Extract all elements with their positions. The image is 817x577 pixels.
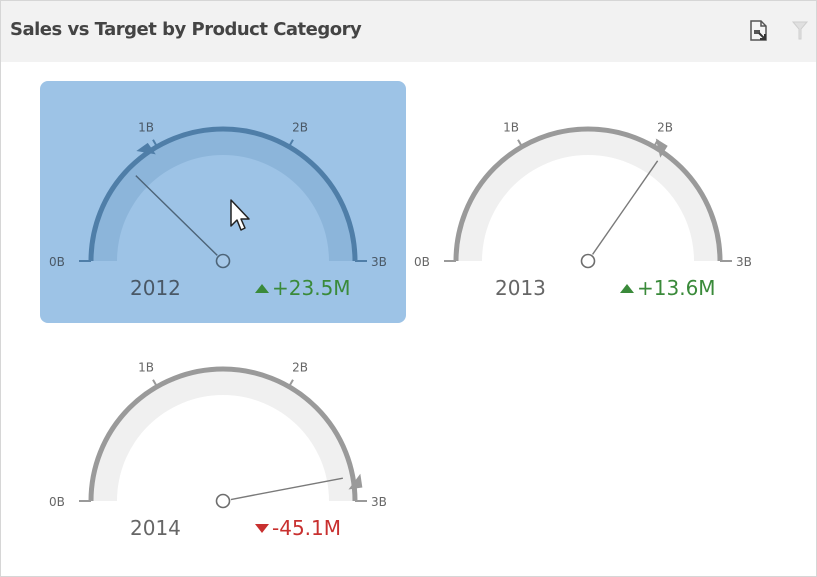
gauge-delta-value: +23.5M: [272, 276, 351, 300]
gauge-year-label: 2014: [130, 516, 181, 540]
gauge-range-band: [91, 369, 355, 501]
gauge-needle: [135, 175, 218, 256]
gauge-scale-label: 0B: [49, 255, 65, 269]
gauge-scale-label: 1B: [503, 121, 519, 135]
gauge-card-2012[interactable]: 0B 1B 2B 3B 2012 +23.5M: [40, 81, 406, 323]
gauge-delta-value: -45.1M: [272, 516, 341, 540]
mouse-cursor-icon: [230, 199, 250, 231]
gauge-needle-hub: [215, 253, 231, 269]
gauge-scale-label: 1B: [138, 361, 154, 375]
clear-master-filter-icon[interactable]: [788, 19, 812, 43]
gauge-card-2013[interactable]: 0B 1B 2B 3B 2013 +13.6M: [405, 81, 771, 323]
gauge-needle-hub: [215, 493, 231, 509]
gauge-delta-value: +13.6M: [637, 276, 716, 300]
gauge-year-label: 2013: [495, 276, 546, 300]
gauge-range-band: [456, 129, 720, 261]
gauge-2012: 0B 1B 2B 3B 2012 +23.5M: [49, 121, 387, 300]
gauge-scale-label: 2B: [292, 121, 308, 135]
item-title: Sales vs Target by Product Category: [10, 19, 362, 40]
gauge-scale-label: 3B: [371, 255, 387, 269]
gauge-2014: 0B 1B 2B 3B 2014 -45.1M: [49, 361, 387, 540]
gauge-scale-label: 0B: [49, 495, 65, 509]
dashboard-gauge-item: Sales vs Target by Product Category 0B 1B…: [0, 0, 817, 577]
gauge-scale-label: 2B: [292, 361, 308, 375]
gauge-needle-hub: [580, 253, 596, 269]
item-caption-bar: Sales vs Target by Product Category: [1, 1, 816, 62]
gauge-scale-label: 3B: [736, 255, 752, 269]
gauge-2013: 0B 1B 2B 3B 2013 +13.6M: [414, 121, 752, 300]
gauge-needle: [591, 160, 659, 255]
delta-up-indicator-icon: [620, 284, 634, 293]
gauge-scale-label: 0B: [414, 255, 430, 269]
gauge-year-label: 2012: [130, 276, 181, 300]
gauge-card-2014[interactable]: 0B 1B 2B 3B 2014 -45.1M: [40, 321, 406, 563]
gauge-scale-label: 1B: [138, 121, 154, 135]
delta-down-indicator-icon: [255, 524, 269, 533]
gauge-needle: [230, 477, 343, 501]
gauge-range-band: [91, 129, 355, 261]
gauge-scale-label: 2B: [657, 121, 673, 135]
delta-up-indicator-icon: [255, 284, 269, 293]
export-to-image-icon[interactable]: [747, 19, 771, 43]
gauge-scale-label: 3B: [371, 495, 387, 509]
